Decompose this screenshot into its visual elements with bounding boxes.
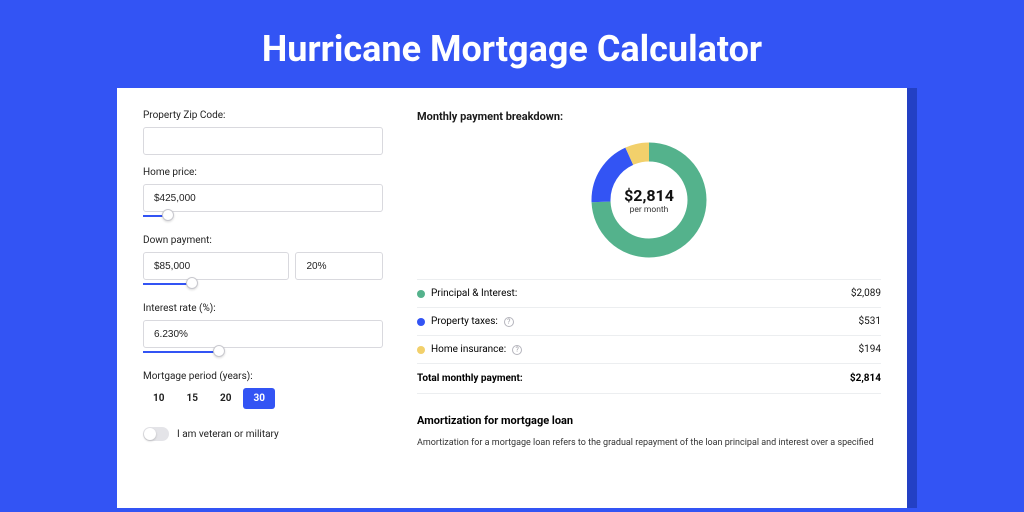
legend-dot-icon xyxy=(417,346,425,354)
period-btn-10[interactable]: 10 xyxy=(143,388,174,409)
info-icon[interactable]: ? xyxy=(512,345,522,355)
breakdown-panel: Monthly payment breakdown: $2,814 per mo… xyxy=(417,110,881,486)
home-price-input[interactable] xyxy=(143,184,383,212)
page-title: Hurricane Mortgage Calculator xyxy=(0,0,1024,88)
down-payment-pct-input[interactable] xyxy=(295,252,383,280)
legend-dot-icon xyxy=(417,318,425,326)
veteran-toggle-label: I am veteran or military xyxy=(177,429,279,440)
zip-code-input[interactable] xyxy=(143,127,383,155)
home-price-slider[interactable] xyxy=(143,211,383,221)
info-icon[interactable]: ? xyxy=(504,317,514,327)
mortgage-period-group: 10152030 xyxy=(143,388,383,409)
amortization-text: Amortization for a mortgage loan refers … xyxy=(417,437,881,450)
legend-label: Home insurance: xyxy=(431,344,506,355)
home-price-label: Home price: xyxy=(143,167,383,178)
legend-amount: $531 xyxy=(859,316,881,327)
period-btn-30[interactable]: 30 xyxy=(243,388,274,409)
legend-row: Home insurance:? $194 xyxy=(417,335,881,363)
period-btn-20[interactable]: 20 xyxy=(210,388,241,409)
donut-center-value: $2,814 xyxy=(624,186,674,205)
legend-label: Property taxes: xyxy=(431,316,498,327)
form-panel: Property Zip Code: Home price: Down paym… xyxy=(143,110,383,486)
legend-dot-icon xyxy=(417,290,425,298)
calculator-card: Property Zip Code: Home price: Down paym… xyxy=(117,88,907,508)
total-payment-value: $2,814 xyxy=(850,373,881,384)
breakdown-donut-chart: $2,814 per month xyxy=(588,139,710,261)
legend-row: Principal & Interest: $2,089 xyxy=(417,279,881,307)
interest-rate-slider[interactable] xyxy=(143,347,383,357)
period-btn-15[interactable]: 15 xyxy=(176,388,207,409)
mortgage-period-label: Mortgage period (years): xyxy=(143,371,383,382)
interest-rate-input[interactable] xyxy=(143,320,383,348)
down-payment-slider[interactable] xyxy=(143,279,383,289)
zip-code-label: Property Zip Code: xyxy=(143,110,383,121)
legend-amount: $2,089 xyxy=(851,288,881,299)
veteran-toggle[interactable] xyxy=(143,427,169,441)
legend-row: Property taxes:? $531 xyxy=(417,307,881,335)
interest-rate-label: Interest rate (%): xyxy=(143,303,383,314)
donut-center-sublabel: per month xyxy=(630,205,669,215)
total-payment-label: Total monthly payment: xyxy=(417,373,523,384)
amortization-title: Amortization for mortgage loan xyxy=(417,414,881,427)
legend-amount: $194 xyxy=(859,344,881,355)
down-payment-label: Down payment: xyxy=(143,235,383,246)
down-payment-input[interactable] xyxy=(143,252,289,280)
legend-label: Principal & Interest: xyxy=(431,288,517,299)
breakdown-title: Monthly payment breakdown: xyxy=(417,110,881,123)
